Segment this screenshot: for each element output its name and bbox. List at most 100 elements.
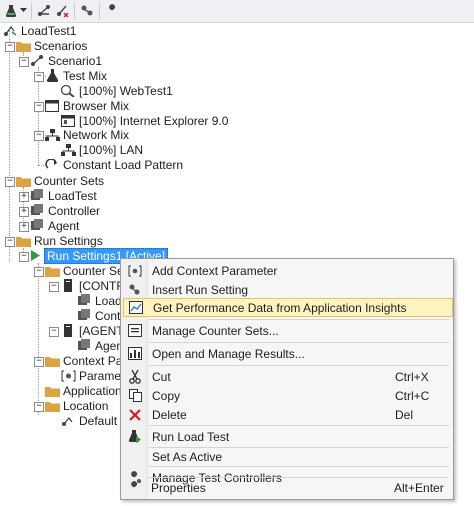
toolbar [0, 0, 474, 23]
expand-toggle[interactable]: + [19, 222, 29, 232]
tree-item-label: Constant Load Pattern [63, 157, 184, 172]
collapse-toggle[interactable]: − [34, 402, 44, 412]
run-test-icon [123, 427, 147, 446]
counter-set-icon [29, 189, 45, 203]
counter-set-icon [76, 339, 92, 353]
menu-item-label: Add Context Parameter [152, 263, 278, 278]
menu-item-copy[interactable]: Copy Ctrl+C [123, 386, 451, 405]
computer-icon [60, 324, 76, 338]
wrench-icon[interactable] [104, 2, 120, 19]
browser-icon [44, 99, 60, 113]
collapse-toggle[interactable]: − [34, 357, 44, 367]
add-scenario-icon[interactable] [36, 2, 52, 19]
menu-item-delete[interactable]: Delete Del [123, 405, 451, 424]
tree-item-label: LoadTest [48, 188, 97, 203]
menu-separator [149, 466, 449, 467]
menu-item-set-as-active[interactable]: Set As Active [123, 447, 451, 466]
collapse-toggle[interactable]: − [34, 267, 44, 277]
menu-item-label: Delete [152, 407, 187, 422]
menu-item-cut[interactable]: Cut Ctrl+X [123, 367, 451, 386]
counter-set-icon [76, 309, 92, 323]
tree-item-counter-sets[interactable]: Counter Sets [15, 173, 104, 188]
tree-item-label: Scenario1 [48, 53, 103, 68]
collapse-toggle[interactable]: − [49, 327, 59, 337]
wrench-icon [122, 478, 146, 497]
insert-setting-icon [123, 280, 147, 299]
menu-item-label: Insert Run Setting [152, 282, 249, 297]
tree-item-agent-child[interactable]: Agen [76, 338, 123, 353]
flask-icon [44, 69, 60, 83]
tree-item-label: [100%] WebTest1 [79, 83, 173, 98]
results-icon [123, 344, 147, 363]
collapse-toggle[interactable]: − [34, 102, 44, 112]
tree-item-loadtest1[interactable]: LoadTest1 [2, 23, 76, 38]
tree-item-cs-agent[interactable]: Agent [29, 218, 79, 233]
folder-icon [44, 399, 60, 413]
counter-set-icon [29, 219, 45, 233]
tree-item-cs-controller[interactable]: Controller [29, 203, 100, 218]
folder-icon [44, 384, 60, 398]
tree-item-cs-loadtest[interactable]: LoadTest [29, 188, 97, 203]
tree-item-contr-node[interactable]: Contr [76, 308, 124, 323]
menu-item-add-context-parameter[interactable]: Add Context Parameter [123, 261, 451, 280]
context-param-icon [123, 261, 147, 280]
tree-item-scenario1[interactable]: Scenario1 [29, 53, 102, 68]
tree-item-label: Browser Mix [63, 98, 130, 113]
menu-item-label: Copy [152, 388, 181, 403]
collapse-toggle[interactable]: − [5, 237, 15, 247]
menu-separator [149, 319, 449, 320]
network-node-icon [60, 143, 76, 157]
add-counter-icon[interactable] [54, 2, 70, 19]
collapse-toggle[interactable]: − [49, 282, 59, 292]
tree-item-label: LoadTest1 [21, 23, 77, 38]
folder-icon [44, 354, 60, 368]
tree-item-location[interactable]: Location [44, 398, 108, 413]
menu-item-properties[interactable]: Properties Alt+Enter [122, 478, 450, 497]
counter-set-icon [76, 294, 92, 308]
tree-item-label: Location [63, 398, 109, 413]
properties-icon[interactable] [79, 2, 95, 19]
menu-item-get-performance-data[interactable]: Get Performance Data from Application In… [123, 298, 453, 317]
tree-item-webtest1[interactable]: [100%] WebTest1 [60, 83, 173, 98]
tree-item-test-mix[interactable]: Test Mix [44, 68, 107, 83]
tree-item-label: Test Mix [63, 68, 108, 83]
tree-item-applications[interactable]: Applications [44, 383, 128, 398]
menu-item-manage-counter-sets[interactable]: Manage Counter Sets... [123, 321, 451, 340]
expand-toggle[interactable]: + [19, 207, 29, 217]
dropdown-arrow-icon[interactable] [19, 2, 28, 19]
counter-set-icon [29, 204, 45, 218]
tree-item-default[interactable]: Default [60, 413, 117, 428]
tree-item-scenarios[interactable]: Scenarios [15, 38, 87, 53]
tree-item-browser-mix[interactable]: Browser Mix [44, 98, 129, 113]
collapse-toggle[interactable]: − [5, 177, 15, 187]
webtest-icon [60, 84, 76, 98]
tree-item-load-pattern[interactable]: Constant Load Pattern [44, 157, 183, 172]
tree-item-network-mix[interactable]: Network Mix [44, 127, 129, 142]
collapse-toggle[interactable]: − [5, 42, 15, 52]
tree-item-lan[interactable]: [100%] LAN [60, 142, 143, 157]
tree-item-label: Network Mix [63, 127, 130, 142]
load-pattern-icon [44, 158, 60, 172]
collapse-toggle[interactable]: − [34, 131, 44, 141]
menu-item-label: Manage Counter Sets... [152, 323, 279, 338]
folder-icon [15, 234, 31, 248]
app-insights-icon [124, 298, 148, 317]
menu-item-label: Get Performance Data from Application In… [153, 300, 407, 315]
collapse-toggle[interactable]: − [19, 252, 29, 262]
expand-toggle[interactable]: + [19, 192, 29, 202]
add-test-icon[interactable] [3, 2, 19, 19]
menu-item-insert-run-setting[interactable]: Insert Run Setting [123, 280, 451, 299]
menu-item-open-manage-results[interactable]: Open and Manage Results... [123, 344, 451, 363]
delete-icon [123, 405, 147, 424]
collapse-toggle[interactable]: − [34, 72, 44, 82]
tree-item-label: Applications [63, 383, 128, 398]
tree-item-ie[interactable]: [100%] Internet Explorer 9.0 [60, 113, 228, 128]
copy-icon [123, 386, 147, 405]
computer-icon [60, 279, 76, 293]
menu-item-run-load-test[interactable]: Run Load Test [123, 427, 451, 446]
menu-item-label: Set As Active [152, 449, 223, 464]
folder-icon [44, 264, 60, 278]
network-icon [44, 128, 60, 142]
tree-item-run-settings[interactable]: Run Settings [15, 233, 103, 248]
collapse-toggle[interactable]: − [19, 57, 29, 67]
